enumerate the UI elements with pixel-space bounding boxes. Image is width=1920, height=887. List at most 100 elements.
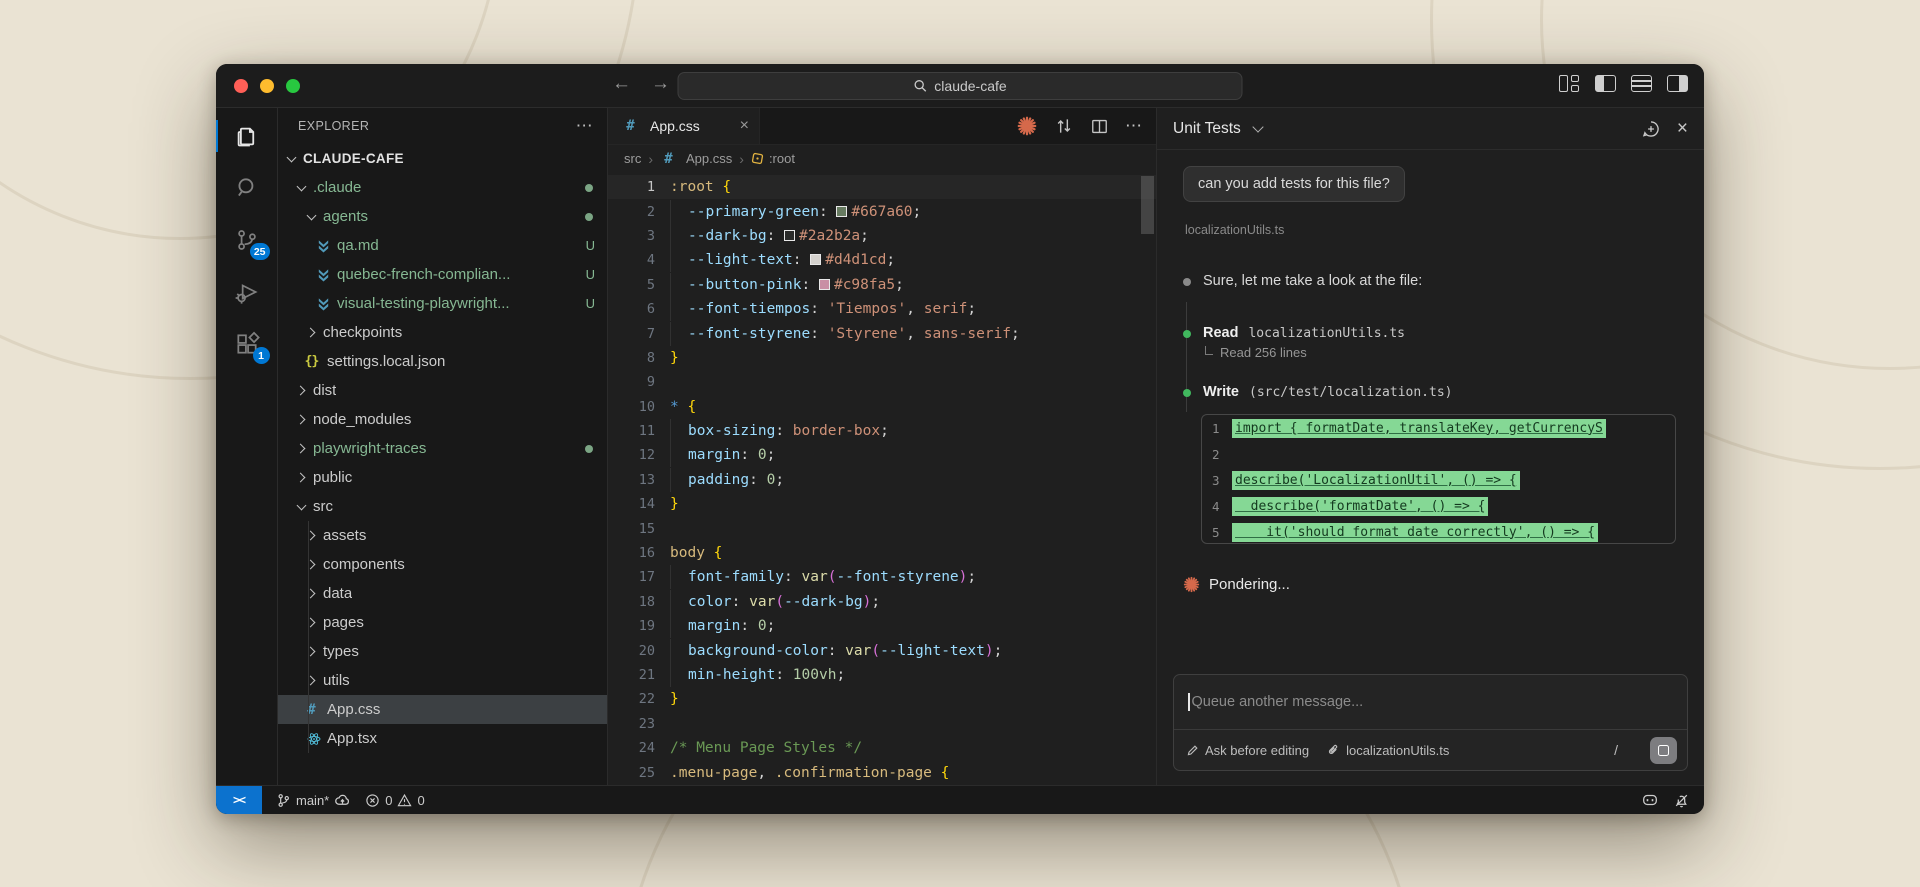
- new-chat-icon[interactable]: [1641, 119, 1661, 139]
- line-number: 8: [608, 350, 655, 366]
- tree-item-app-css[interactable]: #App.css: [278, 695, 607, 724]
- tree-item-utils[interactable]: utils: [278, 666, 607, 695]
- code-editor[interactable]: 1:root {2--primary-green: #667a60;3--dar…: [608, 172, 1156, 785]
- git-branch-item[interactable]: main*: [276, 792, 351, 809]
- code-line[interactable]: 18color: var(--dark-bg);: [608, 590, 1156, 614]
- chevron-right-icon: [304, 644, 320, 660]
- maximize-window-button[interactable]: [286, 79, 300, 93]
- tab-app-css[interactable]: # App.css ×: [608, 108, 760, 144]
- tree-item-pages[interactable]: pages: [278, 608, 607, 637]
- tree-item-public[interactable]: public: [278, 463, 607, 492]
- activity-source-control[interactable]: 25: [216, 214, 278, 266]
- code-line[interactable]: 2--primary-green: #667a60;: [608, 199, 1156, 223]
- code-line[interactable]: 16body {: [608, 541, 1156, 565]
- tree-item-app-tsx[interactable]: App.tsx: [278, 724, 607, 753]
- code-line[interactable]: 5--button-pink: #c98fa5;: [608, 273, 1156, 297]
- code-line[interactable]: 6--font-tiempos: 'Tiempos', serif;: [608, 297, 1156, 321]
- code-line[interactable]: 22}: [608, 687, 1156, 711]
- code-line[interactable]: 7--font-styrene: 'Styrene', sans-serif;: [608, 321, 1156, 345]
- close-window-button[interactable]: [234, 79, 248, 93]
- claude-starburst-icon[interactable]: [1016, 115, 1038, 137]
- activity-explorer[interactable]: [216, 110, 278, 162]
- breadcrumb-src[interactable]: src: [624, 151, 641, 166]
- tool-call-read[interactable]: ReadlocalizationUtils.ts: [1183, 325, 1678, 341]
- tree-item-node-modules[interactable]: node_modules: [278, 405, 607, 434]
- editor-scrollbar[interactable]: [1141, 176, 1154, 234]
- chat-input-box[interactable]: Queue another message... Ask before edit…: [1173, 674, 1688, 771]
- tree-item-src[interactable]: src: [278, 492, 607, 521]
- tree-item-qa-md[interactable]: qa.mdU: [278, 231, 607, 260]
- diff-code-block[interactable]: 1import { formatDate, translateKey, getC…: [1201, 414, 1676, 544]
- tool-call-write[interactable]: Write(src/test/localization.ts): [1183, 384, 1678, 400]
- stop-button[interactable]: [1650, 737, 1677, 764]
- tree-item-claude-cafe[interactable]: CLAUDE-CAFE: [278, 144, 607, 173]
- code-line-content: --dark-bg: #2a2b2a;: [655, 224, 869, 248]
- slash-command-hint[interactable]: /: [1614, 742, 1632, 758]
- command-center-search[interactable]: claude-cafe: [678, 72, 1243, 100]
- code-line[interactable]: 8}: [608, 346, 1156, 370]
- toggle-secondary-sidebar-button[interactable]: [1667, 75, 1688, 92]
- close-panel-icon[interactable]: ×: [1677, 118, 1688, 140]
- code-line[interactable]: 14}: [608, 492, 1156, 516]
- tree-item-settings-local-json[interactable]: {}settings.local.json: [278, 347, 607, 376]
- tree-item-data[interactable]: data: [278, 579, 607, 608]
- split-editor-icon[interactable]: [1090, 117, 1109, 136]
- code-line[interactable]: 19margin: 0;: [608, 614, 1156, 638]
- editor-more-actions-icon[interactable]: ⋯: [1125, 116, 1142, 136]
- color-swatch[interactable]: [836, 206, 847, 217]
- copilot-icon[interactable]: [1641, 791, 1659, 809]
- activity-run-debug[interactable]: [216, 266, 278, 318]
- color-swatch[interactable]: [819, 279, 830, 290]
- tree-item--claude[interactable]: .claude: [278, 173, 607, 202]
- chat-title-dropdown-icon[interactable]: [1251, 122, 1265, 136]
- navigate-back-button[interactable]: ←: [612, 73, 631, 95]
- code-line[interactable]: 12margin: 0;: [608, 443, 1156, 467]
- code-line[interactable]: 9: [608, 370, 1156, 394]
- code-line[interactable]: 15: [608, 516, 1156, 540]
- chevron-right-icon: [294, 441, 310, 457]
- code-line[interactable]: 13padding: 0;: [608, 468, 1156, 492]
- activity-extensions[interactable]: 1: [216, 318, 278, 370]
- notifications-muted-icon[interactable]: [1673, 792, 1690, 809]
- code-line[interactable]: 20background-color: var(--light-text);: [608, 638, 1156, 662]
- tree-item-visual-testing-playwright-[interactable]: visual-testing-playwright...U: [278, 289, 607, 318]
- tree-item-assets[interactable]: assets: [278, 521, 607, 550]
- line-number: 23: [608, 716, 655, 732]
- tree-item-dist[interactable]: dist: [278, 376, 607, 405]
- breadcrumb-symbol[interactable]: :root: [751, 151, 795, 166]
- tree-item-quebec-french-complian-[interactable]: quebec-french-complian...U: [278, 260, 607, 289]
- tree-item-types[interactable]: types: [278, 637, 607, 666]
- diff-line-number: 3: [1202, 473, 1232, 488]
- code-line[interactable]: 17font-family: var(--font-styrene);: [608, 565, 1156, 589]
- close-tab-icon[interactable]: ×: [740, 117, 749, 135]
- remote-indicator[interactable]: ><: [216, 786, 262, 814]
- customize-layout-button[interactable]: [1559, 75, 1580, 92]
- edit-mode-selector[interactable]: Ask before editing: [1186, 743, 1309, 758]
- code-line[interactable]: 4--light-text: #d4d1cd;: [608, 248, 1156, 272]
- minimize-window-button[interactable]: [260, 79, 274, 93]
- navigate-forward-button[interactable]: →: [651, 73, 670, 95]
- code-line[interactable]: 11box-sizing: border-box;: [608, 419, 1156, 443]
- code-line[interactable]: 21min-height: 100vh;: [608, 663, 1156, 687]
- tree-item-components[interactable]: components: [278, 550, 607, 579]
- git-modified-dot: [585, 184, 593, 192]
- code-line[interactable]: 24/* Menu Page Styles */: [608, 736, 1156, 760]
- code-line[interactable]: 3--dark-bg: #2a2b2a;: [608, 224, 1156, 248]
- compare-changes-icon[interactable]: [1054, 116, 1074, 136]
- activity-search[interactable]: [216, 162, 278, 214]
- explorer-more-actions-icon[interactable]: ⋯: [576, 116, 593, 136]
- tree-item-agents[interactable]: agents: [278, 202, 607, 231]
- code-line[interactable]: 25.menu-page, .confirmation-page {: [608, 760, 1156, 784]
- color-swatch[interactable]: [784, 230, 795, 241]
- breadcrumb-file[interactable]: #App.css: [660, 151, 732, 167]
- attached-file-chip[interactable]: localizationUtils.ts: [1327, 743, 1449, 758]
- color-swatch[interactable]: [810, 254, 821, 265]
- tree-item-checkpoints[interactable]: checkpoints: [278, 318, 607, 347]
- code-line[interactable]: 23: [608, 712, 1156, 736]
- problems-item[interactable]: 0 0: [365, 793, 424, 808]
- code-line[interactable]: 10* {: [608, 395, 1156, 419]
- code-line[interactable]: 1:root {: [608, 175, 1156, 199]
- toggle-primary-sidebar-button[interactable]: [1595, 75, 1616, 92]
- toggle-panel-button[interactable]: [1631, 75, 1652, 92]
- tree-item-playwright-traces[interactable]: playwright-traces: [278, 434, 607, 463]
